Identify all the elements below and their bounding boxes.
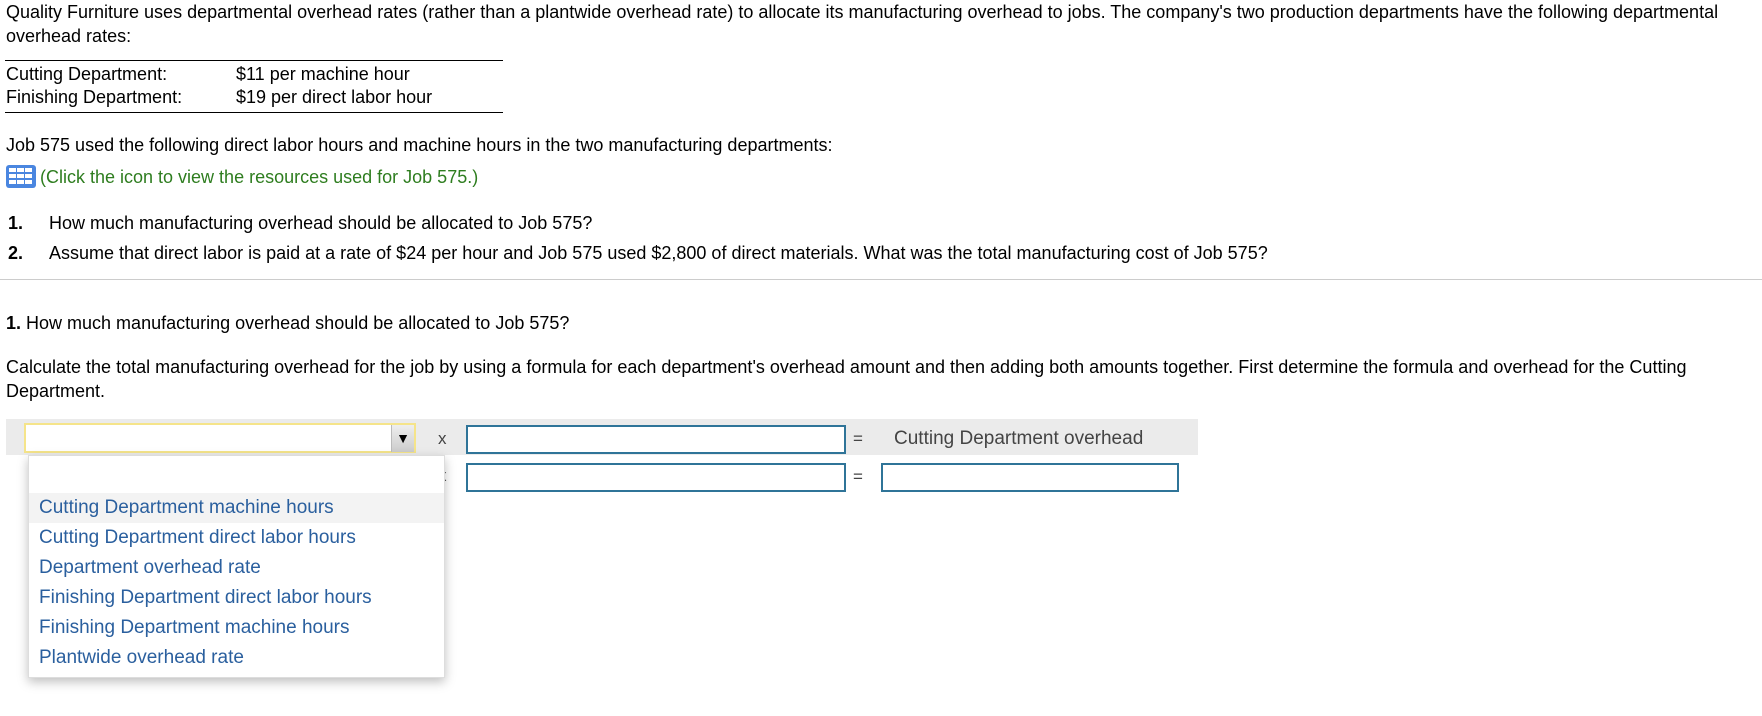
dropdown-option[interactable]: Finishing Department direct labor hours [29,583,444,613]
resource-link[interactable]: (Click the icon to view the resources us… [6,165,478,188]
part1-heading-text: How much manufacturing overhead should b… [26,313,570,333]
question-number: 1. [8,213,24,233]
dropdown-option[interactable]: Cutting Department machine hours [29,493,444,523]
dropdown-option-blank[interactable] [29,458,444,488]
rate-value: $19 per direct labor hour [236,87,433,107]
rates-table: Cutting Department: $11 per machine hour… [5,60,503,113]
dropdown-option[interactable]: Plantwide overhead rate [29,643,444,673]
table-grid-icon[interactable] [6,165,36,188]
equals-sign: = [853,467,863,486]
times-sign: x [438,429,447,448]
rate-row-finishing: Finishing Department: $19 per direct lab… [5,86,503,109]
dropdown-arrow-icon[interactable]: ▼ [391,425,414,452]
part1-number: 1. [6,313,22,333]
question-text: Assume that direct labor is paid at a ra… [49,243,1268,263]
rate-dept: Finishing Department: [6,87,183,107]
part1-instructions: Calculate the total manufacturing overhe… [6,357,1687,401]
formula-select[interactable]: ▼ [24,423,416,453]
result-label: Cutting Department overhead [894,428,1144,449]
question-text: How much manufacturing overhead should b… [49,213,593,233]
part1-heading: 1. How much manufacturing overhead shoul… [6,313,569,334]
dropdown-option[interactable]: Finishing Department machine hours [29,613,444,643]
divider [0,279,1762,280]
intro-text: Quality Furniture uses departmental over… [6,2,1719,46]
rate-dept: Cutting Department: [6,64,168,84]
equals-sign: = [853,429,863,448]
dropdown-option[interactable]: Cutting Department direct labor hours [29,523,444,553]
dropdown-option[interactable]: Department overhead rate [29,553,444,583]
rate-value: $11 per machine hour [236,64,410,84]
job-text: Job 575 used the following direct labor … [6,135,833,155]
dropdown-menu: Cutting Department machine hours Cutting… [28,455,445,678]
question-2: 2. Assume that direct labor is paid at a… [0,243,1762,267]
question-number: 2. [8,243,24,263]
question-1: 1. How much manufacturing overhead shoul… [0,213,1762,237]
formula-input-2[interactable] [466,463,846,492]
cutting-overhead-input[interactable] [881,463,1179,492]
resource-link-label[interactable]: (Click the icon to view the resources us… [40,167,478,187]
rate-row-cutting: Cutting Department: $11 per machine hour [5,63,503,86]
formula-input-1[interactable] [466,425,846,454]
